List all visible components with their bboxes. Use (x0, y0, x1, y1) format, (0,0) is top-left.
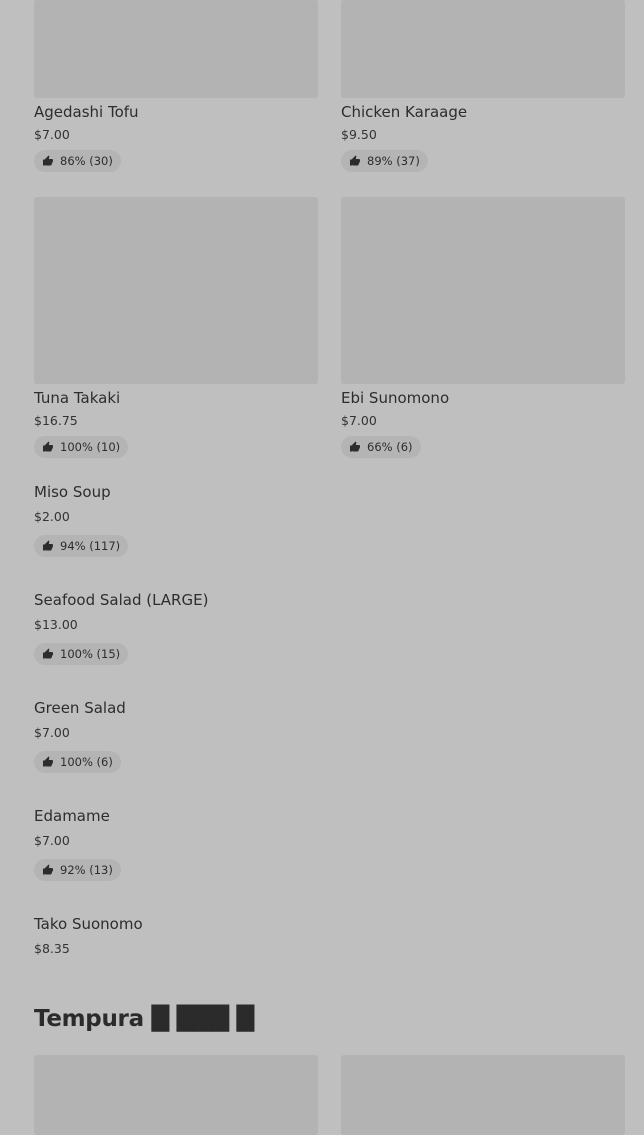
item-name: Seafood Salad (LARGE) (34, 591, 209, 609)
thumbs-up-icon (43, 648, 53, 659)
thumbs-up-icon (43, 864, 53, 875)
item-price: $7.00 (341, 413, 377, 428)
item-name: Miso Soup (34, 483, 111, 501)
rating-badge: 100% (10) (34, 436, 129, 458)
rating-badge: 89% (37) (341, 150, 428, 172)
item-image-placeholder[interactable] (341, 1055, 625, 1135)
rating-badge: 86% (30) (34, 150, 121, 172)
rating-text: 92% (13) (60, 863, 113, 877)
rating-text: 100% (6) (60, 755, 113, 769)
item-price: $7.00 (34, 725, 70, 740)
rating-badge: 94% (117) (34, 535, 129, 557)
item-name: Tako Suonomo (34, 915, 143, 933)
item-price: $9.50 (341, 127, 377, 142)
rating-text: 100% (15) (60, 647, 121, 661)
rating-badge: 66% (6) (341, 436, 421, 458)
item-price: $8.35 (34, 941, 70, 956)
item-price: $2.00 (34, 509, 70, 524)
thumbs-up-icon (43, 756, 53, 767)
rating-text: 94% (117) (60, 539, 121, 553)
item-name: Tuna Takaki (34, 389, 121, 407)
item-name: Edamame (34, 807, 110, 825)
item-image-placeholder (341, 197, 625, 384)
thumbs-up-icon (43, 540, 53, 551)
item-image-placeholder (34, 197, 318, 384)
item-price: $7.00 (34, 833, 70, 848)
thumbs-up-icon (43, 441, 53, 452)
item-name: Green Salad (34, 699, 126, 717)
item-price: $16.75 (34, 413, 78, 428)
item-price: $13.00 (34, 617, 78, 632)
rating-badge: 100% (15) (34, 643, 129, 665)
item-image-placeholder (341, 0, 625, 98)
item-name: Chicken Karaage (341, 103, 468, 121)
item-name: Agedashi Tofu (34, 103, 139, 121)
item-price: $7.00 (34, 127, 70, 142)
item-image-placeholder[interactable] (34, 1055, 318, 1135)
rating-text: 89% (37) (367, 154, 420, 168)
thumbs-up-icon (43, 155, 53, 166)
thumbs-up-icon (350, 441, 360, 452)
rating-badge: 100% (6) (34, 751, 121, 773)
rating-text: 66% (6) (367, 440, 413, 454)
item-image-placeholder (34, 0, 318, 98)
rating-text: 100% (10) (60, 440, 121, 454)
rating-text: 86% (30) (60, 154, 113, 168)
thumbs-up-icon (350, 155, 360, 166)
section-title-tempura: Tempura █ ███ █ (34, 1006, 254, 1032)
rating-badge: 92% (13) (34, 859, 121, 881)
item-name: Ebi Sunomono (341, 389, 450, 407)
